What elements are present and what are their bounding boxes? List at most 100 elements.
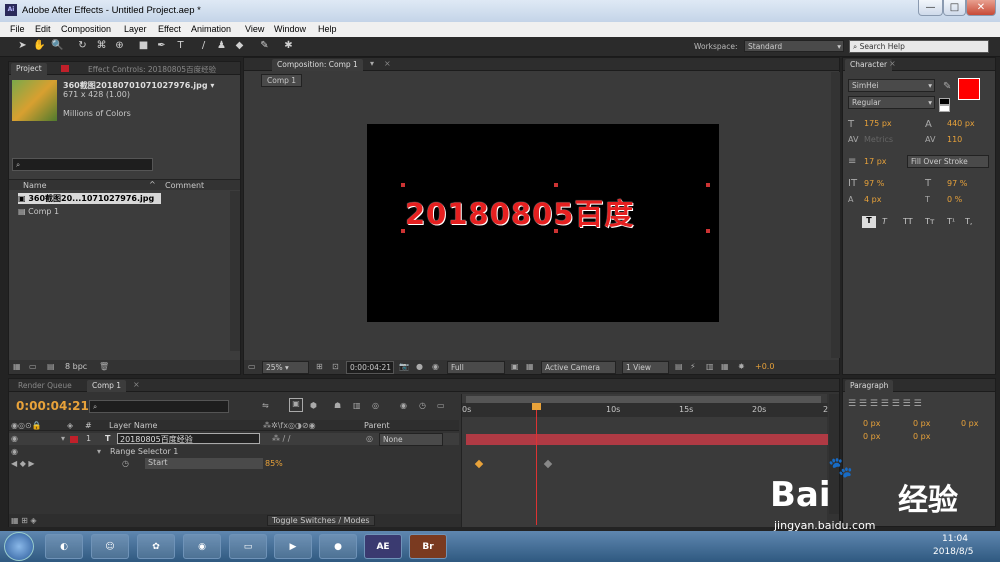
parent-dropdown[interactable]: None — [379, 433, 443, 446]
work-area-bar[interactable] — [466, 396, 821, 403]
keyframe-diamond[interactable] — [474, 459, 484, 469]
close-button[interactable]: ✕ — [966, 0, 996, 16]
space-before-value[interactable]: 0 px — [863, 432, 880, 441]
after-effects-task[interactable]: AE — [364, 534, 402, 559]
interpret-footage-icon[interactable]: ▦ — [13, 362, 21, 371]
new-comp-icon[interactable]: ▤ — [47, 362, 55, 371]
eyedropper-icon[interactable]: ✎ — [943, 81, 951, 92]
keyframe-diamond[interactable] — [543, 459, 553, 469]
kerning-value[interactable]: Metrics — [864, 135, 893, 144]
hand-tool-icon[interactable]: ✋ — [33, 39, 46, 53]
font-style-dropdown[interactable]: Regular ▾ — [848, 96, 935, 109]
menu-window[interactable]: Window — [274, 24, 306, 34]
media-icon[interactable]: ✿ — [137, 534, 175, 559]
shy-layers-icon[interactable]: ☗ — [334, 401, 341, 410]
zoom-dropdown[interactable]: 25% ▾ — [262, 361, 309, 374]
tab-paragraph[interactable]: Paragraph — [845, 380, 894, 392]
exposure-icon[interactable]: ✸ — [738, 362, 745, 371]
transparency-grid-icon[interactable]: ▦ — [526, 362, 534, 371]
rectangle-tool-icon[interactable]: ■ — [137, 39, 150, 53]
graph-editor-icon[interactable]: ◉ — [400, 401, 407, 410]
menu-view[interactable]: View — [245, 24, 264, 34]
bbox-handle[interactable] — [401, 229, 405, 233]
footer-icons[interactable]: ▦ ⊞ ◈ — [11, 516, 37, 525]
table-row[interactable]: ◉ ▾ 1 T 20180805百度经验 ⁂ ∕ ∕ ◎ None — [9, 433, 459, 446]
small-caps-button[interactable]: Tт — [925, 217, 935, 226]
rotate-tool-icon[interactable]: ↻ — [76, 39, 89, 53]
show-snapshot-icon[interactable]: ● — [416, 362, 423, 371]
start-value[interactable]: 85% — [265, 459, 283, 468]
bbox-handle[interactable] — [554, 229, 558, 233]
comp-subtab[interactable]: Comp 1 — [261, 74, 303, 87]
clock-date[interactable]: 2018/8/5 — [933, 547, 973, 557]
motion-blur-icon[interactable]: ◎ — [372, 401, 379, 410]
comp-mini-flowchart-icon[interactable]: ⇋ — [262, 401, 269, 410]
menu-help[interactable]: Help — [318, 24, 337, 34]
indent-first-value[interactable]: 0 px — [961, 419, 978, 428]
project-scrollbar[interactable] — [230, 191, 240, 351]
player-icon[interactable]: ▶ — [274, 534, 312, 559]
comp-timecode[interactable]: 0:00:04:21 — [346, 361, 394, 374]
tab-comp1[interactable]: Comp 1 — [87, 380, 127, 392]
menu-file[interactable]: File — [10, 24, 25, 34]
col-parent[interactable]: Parent — [364, 421, 390, 430]
keyframe-nav-icon[interactable]: ◀ ◆ ▶ — [11, 459, 35, 468]
comp-scrollbar[interactable] — [831, 72, 840, 358]
space-after-value[interactable]: 0 px — [913, 432, 930, 441]
maximize-button[interactable]: □ — [943, 0, 966, 16]
firefox-icon[interactable]: ◉ — [183, 534, 221, 559]
workspace-dropdown[interactable]: Standard ▾ — [744, 40, 844, 52]
pan-behind-tool-icon[interactable]: ⊕ — [113, 39, 126, 53]
bridge-task[interactable]: Br — [409, 534, 447, 559]
timeline-icon[interactable]: ▥ — [706, 362, 714, 371]
folder-icon[interactable]: ▭ — [229, 534, 267, 559]
comp-viewer[interactable]: 20180805百度 — [367, 124, 719, 322]
time-ruler[interactable]: 0s 10s 15s 20s 2 — [462, 403, 828, 417]
subscript-button[interactable]: T, — [965, 217, 972, 226]
table-row[interactable]: ◉ ▾ Range Selector 1 — [9, 446, 459, 458]
tab-effect-controls[interactable]: Effect Controls: 20180805百度经验 — [83, 63, 223, 75]
current-timecode[interactable]: 0:00:04:21 — [16, 399, 89, 413]
tab-composition[interactable]: Composition: Comp 1 — [272, 59, 363, 71]
range-selector-label[interactable]: Range Selector 1 — [110, 447, 178, 456]
close-icon[interactable]: × — [133, 380, 140, 389]
minimize-button[interactable]: — — [918, 0, 943, 16]
expand-triangle-icon[interactable]: ▾ — [97, 447, 101, 456]
view-layout-dropdown[interactable]: 1 View — [622, 361, 669, 374]
bbox-handle[interactable] — [401, 183, 405, 187]
region-icon[interactable]: ⊡ — [332, 362, 339, 371]
bit-depth[interactable]: 8 bpc — [65, 362, 87, 371]
exposure-value[interactable]: +0.0 — [755, 362, 774, 371]
layer-switches-icon[interactable]: ⁂ ∕ ∕ — [272, 434, 290, 443]
quality-dropdown[interactable]: Full — [447, 361, 505, 374]
col-name[interactable]: Name — [23, 181, 47, 190]
channel-icon[interactable]: ◉ — [432, 362, 439, 371]
faux-italic-button[interactable]: T — [882, 217, 887, 226]
zoom-tool-icon[interactable]: 🔍 — [51, 39, 64, 53]
menu-animation[interactable]: Animation — [191, 24, 231, 34]
col-layer-name[interactable]: Layer Name — [109, 421, 157, 430]
clone-stamp-tool-icon[interactable]: ♟ — [215, 39, 228, 53]
eraser-tool-icon[interactable]: ◆ — [233, 39, 246, 53]
white-swatch[interactable] — [939, 105, 950, 112]
playhead-handle[interactable] — [532, 403, 541, 410]
indent-left-value[interactable]: 0 px — [863, 419, 880, 428]
project-search-input[interactable]: ⌕ — [12, 158, 153, 171]
layer-name[interactable]: 20180805百度经验 — [117, 433, 260, 444]
search-help-input[interactable]: ⌕ Search Help — [849, 40, 989, 53]
puppet-tool-icon[interactable]: ✱ — [282, 39, 295, 53]
indent-right-value[interactable]: 0 px — [913, 419, 930, 428]
stroke-width-value[interactable]: 17 px — [864, 157, 887, 166]
qq-icon[interactable]: ☺ — [91, 534, 129, 559]
stopwatch-icon[interactable]: ◷ — [419, 401, 426, 410]
baseline-shift-value[interactable]: 4 px — [864, 195, 881, 204]
stopwatch-icon[interactable]: ◷ — [122, 459, 129, 468]
flowchart-icon[interactable]: ▦ — [721, 362, 729, 371]
new-folder-icon[interactable]: ▭ — [29, 362, 37, 371]
roto-brush-tool-icon[interactable]: ✎ — [258, 39, 271, 53]
start-button[interactable] — [4, 532, 34, 561]
trash-icon[interactable]: 🗑 — [99, 362, 109, 371]
render-icon[interactable]: ▭ — [437, 401, 445, 410]
brush-tool-icon[interactable]: / — [197, 39, 210, 53]
tsume-value[interactable]: 0 % — [947, 195, 962, 204]
